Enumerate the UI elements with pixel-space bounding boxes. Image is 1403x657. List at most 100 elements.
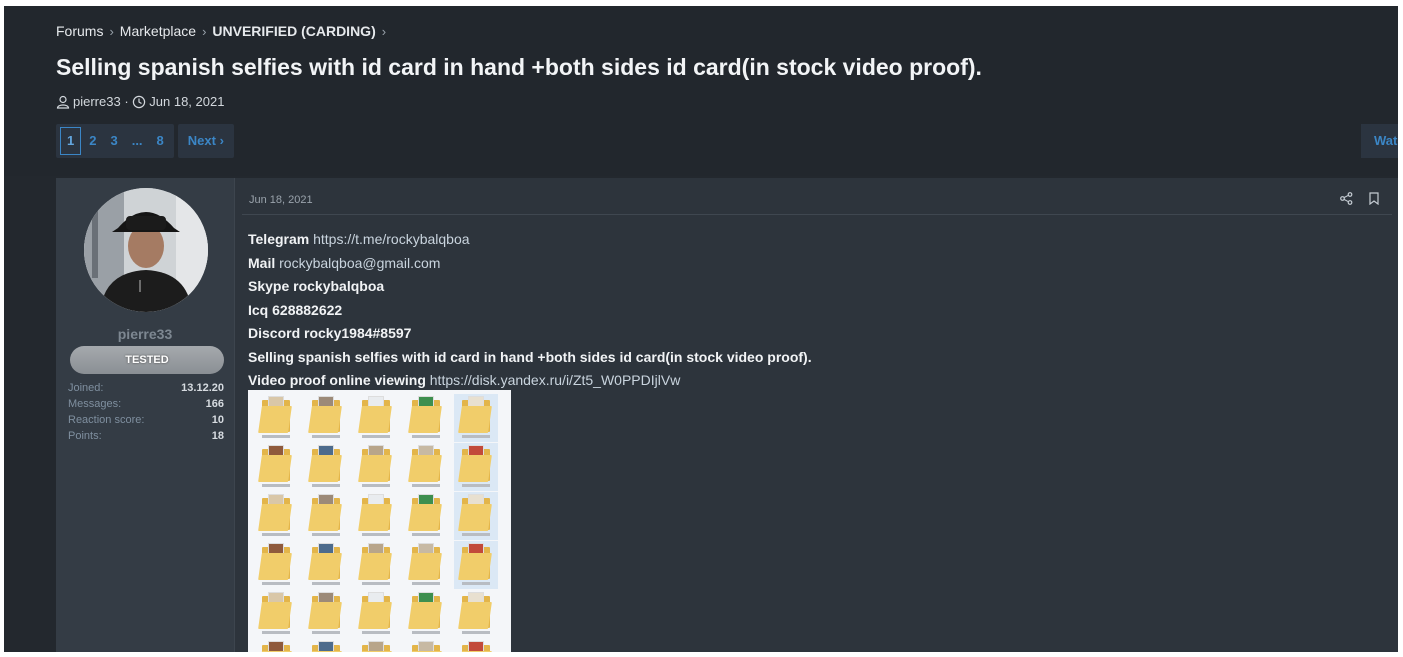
user-title-badge: TESTED xyxy=(70,346,224,374)
folder-icon xyxy=(254,443,298,491)
pagination: 1 2 3 ... 8 Next › xyxy=(56,124,234,158)
folder-icon xyxy=(404,590,448,638)
mail-link[interactable]: rockybalqboa@gmail.com xyxy=(279,255,440,271)
breadcrumb-separator: › xyxy=(381,23,387,39)
folder-icon xyxy=(304,443,348,491)
folder-icon xyxy=(404,541,448,589)
stat-label: Messages: xyxy=(68,398,122,410)
folder-icon xyxy=(404,639,448,652)
telegram-label: Telegram xyxy=(248,231,310,247)
telegram-link[interactable]: https://t.me/rockybalqboa xyxy=(313,231,469,247)
page-list: 1 2 3 ... 8 xyxy=(56,124,174,158)
folder-icon xyxy=(454,639,498,652)
user-stats: Joined: 13.12.20 Messages: 166 Reaction … xyxy=(68,380,224,444)
thread-meta: pierre33 · Jun 18, 2021 xyxy=(56,94,224,109)
folder-icon xyxy=(304,639,348,652)
stat-label: Points: xyxy=(68,430,102,442)
folder-icon xyxy=(254,590,298,638)
folder-icon xyxy=(254,394,298,442)
folder-icon xyxy=(454,541,498,589)
stat-points: Points: 18 xyxy=(68,428,224,444)
post-body: Telegram https://t.me/rockybalqboa Mail … xyxy=(248,228,1348,393)
folder-icon xyxy=(304,492,348,540)
page-2-button[interactable]: 2 xyxy=(83,128,102,154)
folder-icon xyxy=(304,541,348,589)
stat-label: Joined: xyxy=(68,382,104,394)
stat-label: Reaction score: xyxy=(68,414,145,426)
breadcrumb-marketplace[interactable]: Marketplace xyxy=(120,23,196,39)
stat-value: 166 xyxy=(205,398,224,410)
page-title: Selling spanish selfies with id card in … xyxy=(56,54,982,80)
video-proof: Video proof online viewing https://disk.… xyxy=(248,369,1348,393)
thread-header: Forums › Marketplace › UNVERIFIED (CARDI… xyxy=(4,6,1398,176)
breadcrumb-separator: › xyxy=(109,23,114,39)
discord-value: rocky1984#8597 xyxy=(304,325,412,341)
breadcrumb-separator: › xyxy=(202,23,207,39)
watch-button[interactable]: Watch xyxy=(1361,124,1398,158)
mail-label: Mail xyxy=(248,254,276,271)
breadcrumb: Forums › Marketplace › UNVERIFIED (CARDI… xyxy=(56,23,392,39)
user-icon xyxy=(56,95,70,109)
stat-reaction-score: Reaction score: 10 xyxy=(68,412,224,428)
avatar-image xyxy=(84,188,208,312)
contact-icq: Icq 628882622 xyxy=(248,299,1348,323)
contact-telegram: Telegram https://t.me/rockybalqboa xyxy=(248,228,1348,252)
folder-icon xyxy=(354,541,398,589)
page-jump-button[interactable]: ... xyxy=(126,128,149,154)
page-3-button[interactable]: 3 xyxy=(104,128,123,154)
breadcrumb-forums[interactable]: Forums xyxy=(56,23,103,39)
post-username[interactable]: pierre33 xyxy=(56,326,234,342)
folder-icon xyxy=(354,394,398,442)
stat-value: 13.12.20 xyxy=(181,382,224,394)
description-text: Selling spanish selfies with id card in … xyxy=(248,348,812,365)
folder-icon xyxy=(354,590,398,638)
post-description: Selling spanish selfies with id card in … xyxy=(248,346,1348,370)
stat-joined: Joined: 13.12.20 xyxy=(68,380,224,396)
folder-icon xyxy=(404,443,448,491)
discord-label: Discord xyxy=(248,325,301,341)
page-8-button[interactable]: 8 xyxy=(151,128,170,154)
bookmark-icon[interactable] xyxy=(1368,192,1380,205)
folder-icon xyxy=(404,394,448,442)
folder-icon xyxy=(354,492,398,540)
post: pierre33 TESTED Joined: 13.12.20 Message… xyxy=(56,178,1398,652)
video-label: Video proof online viewing xyxy=(248,372,426,388)
breadcrumb-unverified-carding[interactable]: UNVERIFIED (CARDING) xyxy=(212,23,375,39)
share-icon[interactable] xyxy=(1340,192,1353,205)
stat-messages: Messages: 166 xyxy=(68,396,224,412)
post-date[interactable]: Jun 18, 2021 xyxy=(249,194,313,206)
skype-value: rockybalqboa xyxy=(293,278,385,294)
post-header: Jun 18, 2021 xyxy=(242,178,1392,215)
folder-icon xyxy=(304,394,348,442)
video-link[interactable]: https://disk.yandex.ru/i/Zt5_W0PPDIjlVw xyxy=(430,372,681,388)
next-page-button[interactable]: Next › xyxy=(177,124,234,158)
folder-icon xyxy=(254,639,298,652)
page-1-button[interactable]: 1 xyxy=(60,127,82,155)
contact-mail: Mail rockybalqboa@gmail.com xyxy=(248,252,1348,276)
thread-date[interactable]: Jun 18, 2021 xyxy=(149,94,224,109)
icq-label: Icq xyxy=(248,301,269,318)
thread-author-link[interactable]: pierre33 xyxy=(73,94,121,109)
clock-icon xyxy=(133,95,146,108)
contact-skype: Skype rockybalqboa xyxy=(248,275,1348,299)
attached-image[interactable] xyxy=(248,390,511,652)
folder-icon xyxy=(304,590,348,638)
folder-icon xyxy=(354,639,398,652)
stat-value: 10 xyxy=(211,414,224,426)
stat-value: 18 xyxy=(211,430,224,442)
avatar[interactable] xyxy=(84,188,208,312)
icq-value: 628882622 xyxy=(272,301,343,318)
folder-icon xyxy=(254,541,298,589)
folder-icon xyxy=(354,443,398,491)
folder-icon xyxy=(454,590,498,638)
skype-label: Skype xyxy=(248,278,290,294)
meta-separator: · xyxy=(120,94,133,109)
folder-icon xyxy=(454,492,498,540)
post-user-panel: pierre33 TESTED Joined: 13.12.20 Message… xyxy=(56,178,235,652)
folder-icon xyxy=(254,492,298,540)
folder-icon xyxy=(404,492,448,540)
page-frame: Forums › Marketplace › UNVERIFIED (CARDI… xyxy=(4,6,1398,652)
folder-icon xyxy=(454,394,498,442)
folder-icon xyxy=(454,443,498,491)
contact-discord: Discord rocky1984#8597 xyxy=(248,322,1348,346)
